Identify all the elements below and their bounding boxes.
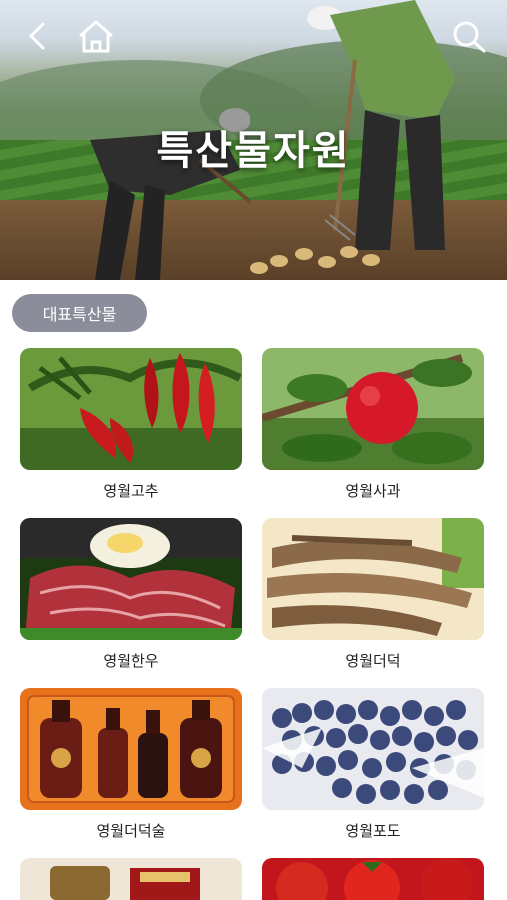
- deodeok-image: [262, 518, 484, 640]
- product-card-deodeok[interactable]: 영월더덕: [262, 518, 484, 671]
- liquor-image: [20, 688, 242, 810]
- back-button[interactable]: [18, 16, 58, 56]
- search-icon: [453, 21, 486, 53]
- product-image-partial: [262, 858, 484, 900]
- product-card-grape[interactable]: 영월포도: [262, 688, 484, 841]
- product-label: 영월고추: [103, 482, 159, 500]
- apple-image: [262, 348, 484, 470]
- home-icon: [79, 20, 113, 53]
- product-card-partial[interactable]: [20, 858, 242, 900]
- product-card-pepper[interactable]: 영월고추: [20, 348, 242, 501]
- pepper-image: [20, 348, 242, 470]
- product-card-beef[interactable]: 영월한우: [20, 518, 242, 671]
- search-button[interactable]: [448, 16, 488, 56]
- product-label: 영월포도: [345, 822, 401, 840]
- product-label: 영월더덕술: [96, 822, 166, 840]
- product-image-partial: [20, 858, 242, 900]
- grape-image: [262, 688, 484, 810]
- chevron-left-icon: [29, 22, 45, 50]
- product-card-apple[interactable]: 영월사과: [262, 348, 484, 501]
- section-chip: 대표특산물: [12, 294, 147, 332]
- page-title: 특산물자원: [156, 128, 351, 174]
- product-label: 영월더덕: [345, 652, 401, 670]
- beef-image: [20, 518, 242, 640]
- home-button[interactable]: [76, 16, 116, 56]
- product-label: 영월사과: [345, 482, 401, 500]
- product-card-partial[interactable]: [262, 858, 484, 900]
- product-card-liquor[interactable]: 영월더덕술: [20, 688, 242, 841]
- product-label: 영월한우: [103, 652, 159, 670]
